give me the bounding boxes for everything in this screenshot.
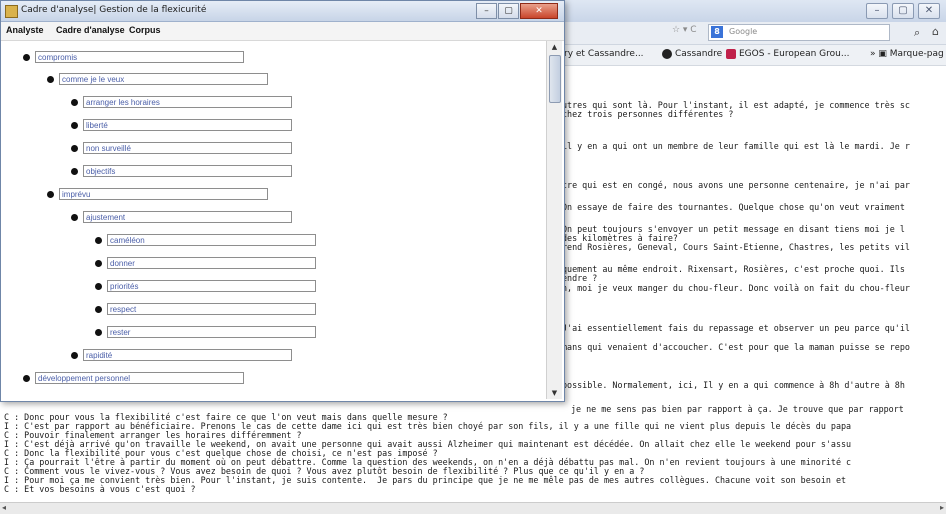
url-bar-controls[interactable]: ☆ ▾ C (672, 25, 697, 35)
scrollbar-thumb[interactable] (549, 55, 561, 103)
home-icon[interactable]: ⌂ (932, 25, 939, 38)
text-line: je ne me sens pas bien par rapport à ça.… (571, 404, 904, 414)
node-label-field[interactable]: respect (107, 303, 316, 315)
menu-bar: Analyste Cadre d'analyse Corpus (1, 22, 564, 41)
bullet-icon (71, 168, 78, 175)
text-line: C : Et vos besoins à vous c'est quoi ? (4, 484, 196, 494)
browser-window-controls: – ▢ ✕ (866, 3, 940, 19)
text-line: il y en a qui ont un membre de leur fami… (562, 141, 910, 151)
app-icon (5, 5, 18, 18)
node-label-field[interactable]: objectifs (83, 165, 292, 177)
text-line: n, moi je veux manger du chou-fleur. Don… (562, 283, 910, 293)
text-line: possible. Normalement, ici, Il y en a qu… (562, 380, 905, 390)
bullet-icon (71, 352, 78, 359)
search-placeholder: Google (729, 27, 758, 36)
bullet-icon (71, 145, 78, 152)
bullet-icon (95, 237, 102, 244)
category-tree: compromis comme je le veux arranger les … (2, 41, 545, 399)
bookmark-icon (726, 49, 736, 59)
close-button[interactable]: ✕ (520, 3, 558, 19)
scroll-down-icon[interactable]: ▼ (547, 387, 562, 399)
bullet-icon (23, 54, 30, 61)
menu-analyste[interactable]: Analyste (6, 25, 44, 35)
text-line: mans qui venaient d'accoucher. C'est pou… (562, 342, 910, 352)
bullet-icon (95, 260, 102, 267)
node-label-field[interactable]: rester (107, 326, 316, 338)
minimize-button[interactable]: – (866, 3, 888, 19)
node-label-field[interactable]: développement personnel (35, 372, 244, 384)
node-label-field[interactable]: arranger les horaires (83, 96, 292, 108)
text-line: quement au même endroit. Rixensart, Rosi… (562, 264, 905, 274)
bullet-icon (71, 122, 78, 129)
node-label-field[interactable]: priorités (107, 280, 316, 292)
scroll-right-icon[interactable]: ▸ (940, 503, 944, 512)
node-label-field[interactable]: compromis (35, 51, 244, 63)
window-title: Cadre d'analyse| Gestion de la flexicuri… (21, 5, 207, 15)
maximize-button[interactable]: ▢ (498, 3, 519, 19)
text-line: tre qui est en congé, nous avons une per… (562, 180, 910, 190)
scroll-left-icon[interactable]: ◂ (2, 503, 6, 512)
vertical-scrollbar[interactable]: ▲ ▼ (546, 41, 562, 399)
node-label-field[interactable]: caméléon (107, 234, 316, 246)
maximize-button[interactable]: ▢ (892, 3, 914, 19)
bullet-icon (23, 375, 30, 382)
bullet-icon (47, 191, 54, 198)
bullet-icon (95, 283, 102, 290)
node-label-field[interactable]: comme je le veux (59, 73, 268, 85)
scroll-up-icon[interactable]: ▲ (547, 41, 562, 53)
node-label-field[interactable]: liberté (83, 119, 292, 131)
bullet-icon (95, 329, 102, 336)
node-label-field[interactable]: imprévu (59, 188, 268, 200)
bookmark-item[interactable]: Cassandre (662, 49, 722, 59)
google-icon: 8 (711, 26, 723, 38)
text-line: chez trois personnes différentes ? (562, 109, 734, 119)
bullet-icon (71, 99, 78, 106)
close-button[interactable]: ✕ (918, 3, 940, 19)
bookmark-item[interactable]: EGOS - European Grou... (726, 49, 849, 59)
bookmark-icon (662, 49, 672, 59)
text-line: endre ? (562, 273, 598, 283)
search-input[interactable]: 8 Google (708, 24, 890, 41)
menu-corpus[interactable]: Corpus (129, 25, 161, 35)
app-titlebar: Cadre d'analyse| Gestion de la flexicuri… (1, 1, 564, 22)
text-line: On essaye de faire des tournantes. Quelq… (562, 202, 905, 212)
search-icon[interactable]: ⌕ (914, 26, 920, 40)
node-label-field[interactable]: rapidité (83, 349, 292, 361)
text-line: J'ai essentiellement fais du repassage e… (562, 323, 910, 333)
bullet-icon (47, 76, 54, 83)
app-window-controls: – ▢ ✕ (476, 3, 558, 19)
node-label-field[interactable]: ajustement (83, 211, 292, 223)
analysis-window: Cadre d'analyse| Gestion de la flexicuri… (0, 0, 565, 402)
bullet-icon (95, 306, 102, 313)
bookmark-item[interactable]: » ▣ Marque-pag (870, 49, 944, 59)
bookmark-item[interactable]: ry et Cassandre... (564, 49, 644, 59)
horizontal-scrollbar[interactable]: ◂ ▸ (0, 502, 946, 514)
minimize-button[interactable]: – (476, 3, 497, 19)
node-label-field[interactable]: non surveillé (83, 142, 292, 154)
menu-cadre-analyse[interactable]: Cadre d'analyse (56, 25, 125, 35)
bullet-icon (71, 214, 78, 221)
node-label-field[interactable]: donner (107, 257, 316, 269)
text-line: rend Rosières, Geneval, Cours Saint-Etie… (562, 242, 910, 252)
